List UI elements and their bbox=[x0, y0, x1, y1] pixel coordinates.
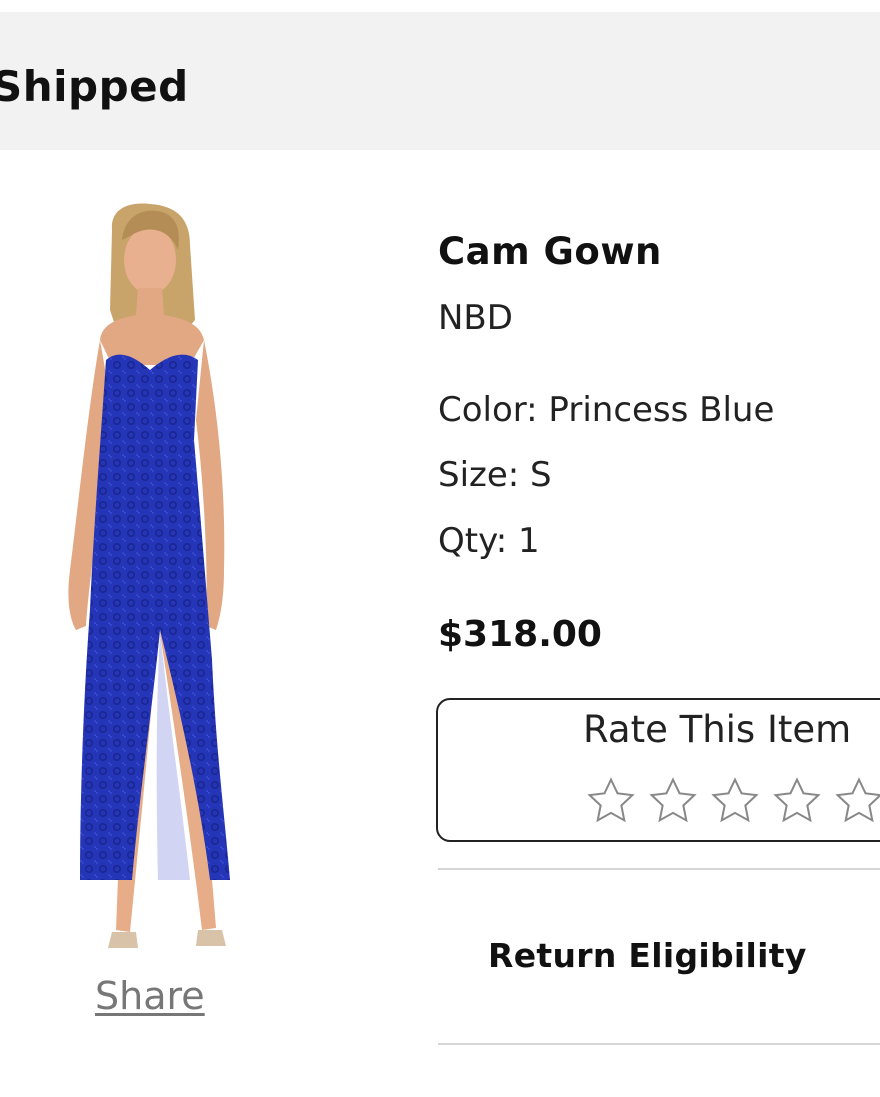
product-quantity: Qty: 1 bbox=[438, 521, 540, 561]
return-eligibility-row[interactable]: Return Eligibility bbox=[438, 870, 880, 1044]
share-link[interactable]: Share bbox=[95, 974, 205, 1018]
product-color: Color: Princess Blue bbox=[438, 390, 775, 430]
return-eligibility-label: Return Eligibility bbox=[488, 936, 807, 975]
star-outline-icon[interactable] bbox=[708, 774, 762, 828]
star-outline-icon[interactable] bbox=[770, 774, 824, 828]
divider bbox=[438, 1043, 880, 1045]
product-brand[interactable]: NBD bbox=[438, 298, 513, 338]
order-status-text: Shipped bbox=[0, 62, 189, 111]
star-outline-icon[interactable] bbox=[646, 774, 700, 828]
star-outline-icon[interactable] bbox=[832, 774, 880, 828]
product-size: Size: S bbox=[438, 455, 552, 495]
product-price: $318.00 bbox=[438, 614, 602, 655]
product-name[interactable]: Cam Gown bbox=[438, 230, 662, 273]
star-outline-icon[interactable] bbox=[584, 774, 638, 828]
product-image[interactable] bbox=[40, 190, 280, 970]
rate-item-box: Rate This Item bbox=[436, 698, 880, 842]
rate-item-label: Rate This Item bbox=[583, 708, 852, 751]
order-status-header: Shipped bbox=[0, 12, 880, 150]
star-rating[interactable] bbox=[584, 774, 880, 828]
